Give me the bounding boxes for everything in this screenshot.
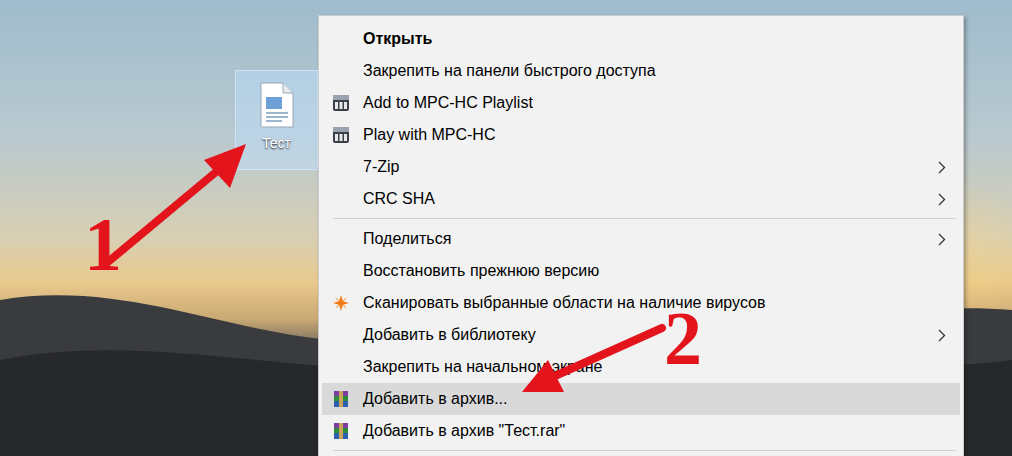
file-label: Тест [262,135,291,151]
menu-item[interactable]: Поделиться [322,223,960,255]
menu-item[interactable]: Закрепить на панели быстрого доступа [322,55,960,87]
menu-item[interactable]: Добавить в архив... [322,383,960,415]
menu-item[interactable]: Play with MPC-HC [322,119,960,151]
mpc-hc-icon [332,94,350,112]
menu-item-label: CRC SHA [363,190,938,208]
menu-item-icon-slot [332,126,363,144]
menu-item[interactable]: 7-Zip [322,151,960,183]
menu-item[interactable]: Сканировать выбранные области на наличие… [322,287,960,319]
menu-separator [333,218,956,219]
menu-item-icon-slot [332,422,363,440]
annotation-number: 2 [664,300,702,376]
document-icon [257,81,297,129]
submenu-chevron-icon [938,233,946,246]
menu-item-label: Добавить в архив "Тест.rar" [363,422,946,440]
menu-item-label: Закрепить на панели быстрого доступа [363,62,946,80]
menu-item-icon-slot [332,294,363,312]
annotation-arrow-icon [100,138,252,268]
menu-item-icon-slot [332,94,363,112]
menu-item[interactable]: CRC SHA [322,183,960,215]
mpc-hc-icon [332,126,350,144]
menu-item-label: Сканировать выбранные области на наличие… [363,294,946,312]
winrar-icon [332,390,350,408]
menu-item-label: Закрепить на начальном экране [363,358,946,376]
annotation-number: 1 [84,206,122,282]
submenu-chevron-icon [938,161,946,174]
menu-item[interactable]: Add to MPC-HC Playlist [322,87,960,119]
menu-item-label: Добавить в архив... [363,390,946,408]
menu-item-label: Add to MPC-HC Playlist [363,94,946,112]
desktop: Тест Открыть Закрепить на панели быстрого … [0,0,1012,456]
menu-item[interactable]: Восстановить прежнюю версию [322,255,960,287]
submenu-chevron-icon [938,329,946,342]
submenu-chevron-icon [938,193,946,206]
menu-item-label: Поделиться [363,230,938,248]
menu-item[interactable]: Добавить в архив "Тест.rar" [322,415,960,447]
antivirus-scan-icon [332,294,350,312]
menu-item[interactable]: Закрепить на начальном экране [322,351,960,383]
annotation-arrow-icon [518,322,668,398]
menu-item-label: 7-Zip [363,158,938,176]
menu-item-label: Play with MPC-HC [363,126,946,144]
winrar-icon [332,422,350,440]
menu-item-label: Открыть [363,30,946,48]
menu-item-label: Восстановить прежнюю версию [363,262,946,280]
desktop-file[interactable]: Тест [235,70,318,170]
context-menu: Открыть Закрепить на панели быстрого дост… [318,15,964,456]
menu-separator [333,450,956,451]
menu-item-icon-slot [332,390,363,408]
menu-item[interactable]: Открыть [322,23,960,55]
